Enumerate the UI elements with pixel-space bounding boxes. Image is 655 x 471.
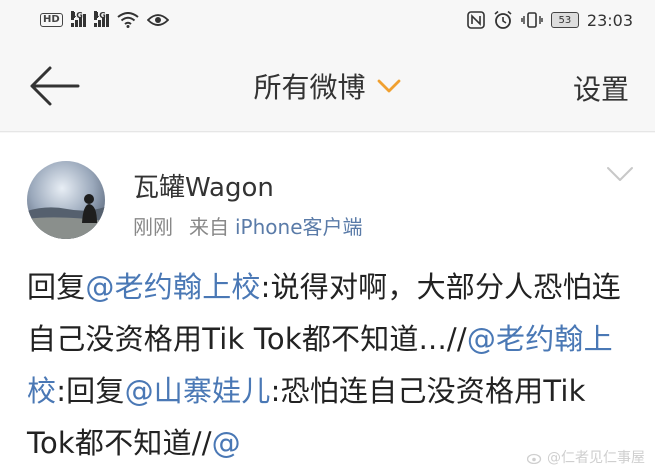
from-label: 来自 (189, 215, 229, 239)
post-card: 瓦罐Wagon 刚刚 来自 iPhone客户端 回复@老约翰上校:说得对啊，大部分人… (0, 133, 655, 471)
status-left: HD 4G 4G (40, 11, 169, 28)
eye-icon (146, 14, 169, 26)
alarm-icon (494, 10, 512, 29)
network-type-label-2: 4G (93, 11, 106, 20)
signal-4g-icon-2: 4G (93, 11, 109, 27)
signal-4g-icon: 4G (70, 11, 86, 27)
post-meta: 刚刚 来自 iPhone客户端 (133, 211, 363, 240)
post-source[interactable]: iPhone客户端 (235, 215, 363, 239)
nav-title-wrapper: 所有微博 (0, 66, 655, 106)
chevron-down-icon (377, 79, 400, 93)
post-text: 回复 (27, 270, 86, 304)
mention-link[interactable]: @ (212, 426, 241, 460)
status-right: 53 23:03 (467, 10, 633, 30)
post-text: :回复 (56, 374, 125, 408)
mention-link[interactable]: @山寨娃儿 (125, 374, 271, 408)
post-body: 回复@老约翰上校:说得对啊，大部分人恐怕连自己没资格用Tik Tok都不知道..… (27, 261, 627, 469)
username[interactable]: 瓦罐Wagon (133, 167, 274, 204)
page-title: 所有微博 (253, 71, 366, 104)
back-arrow-icon[interactable] (26, 64, 82, 108)
avatar[interactable] (27, 161, 105, 239)
feed-filter-dropdown[interactable]: 所有微博 (253, 66, 401, 106)
chevron-down-icon[interactable] (605, 163, 635, 185)
post-time: 刚刚 (133, 215, 173, 239)
watermark-text: @仁者见仁事屋 (547, 450, 645, 466)
nfc-icon (467, 11, 485, 29)
battery-icon: 53 (550, 12, 579, 28)
vibrate-icon (521, 12, 543, 28)
hd-badge: HD (40, 13, 63, 27)
wifi-icon (117, 12, 139, 28)
settings-button[interactable]: 设置 (573, 68, 629, 108)
weibo-logo-icon (527, 453, 542, 464)
watermark: @仁者见仁事屋 (527, 447, 645, 467)
status-bar: HD 4G 4G 53 23:03 (0, 0, 655, 40)
nav-bar: 所有微博 设置 (0, 40, 655, 132)
network-type-label: 4G (70, 11, 83, 20)
clock: 23:03 (586, 10, 633, 30)
mention-link[interactable]: @老约翰上校 (85, 270, 260, 304)
